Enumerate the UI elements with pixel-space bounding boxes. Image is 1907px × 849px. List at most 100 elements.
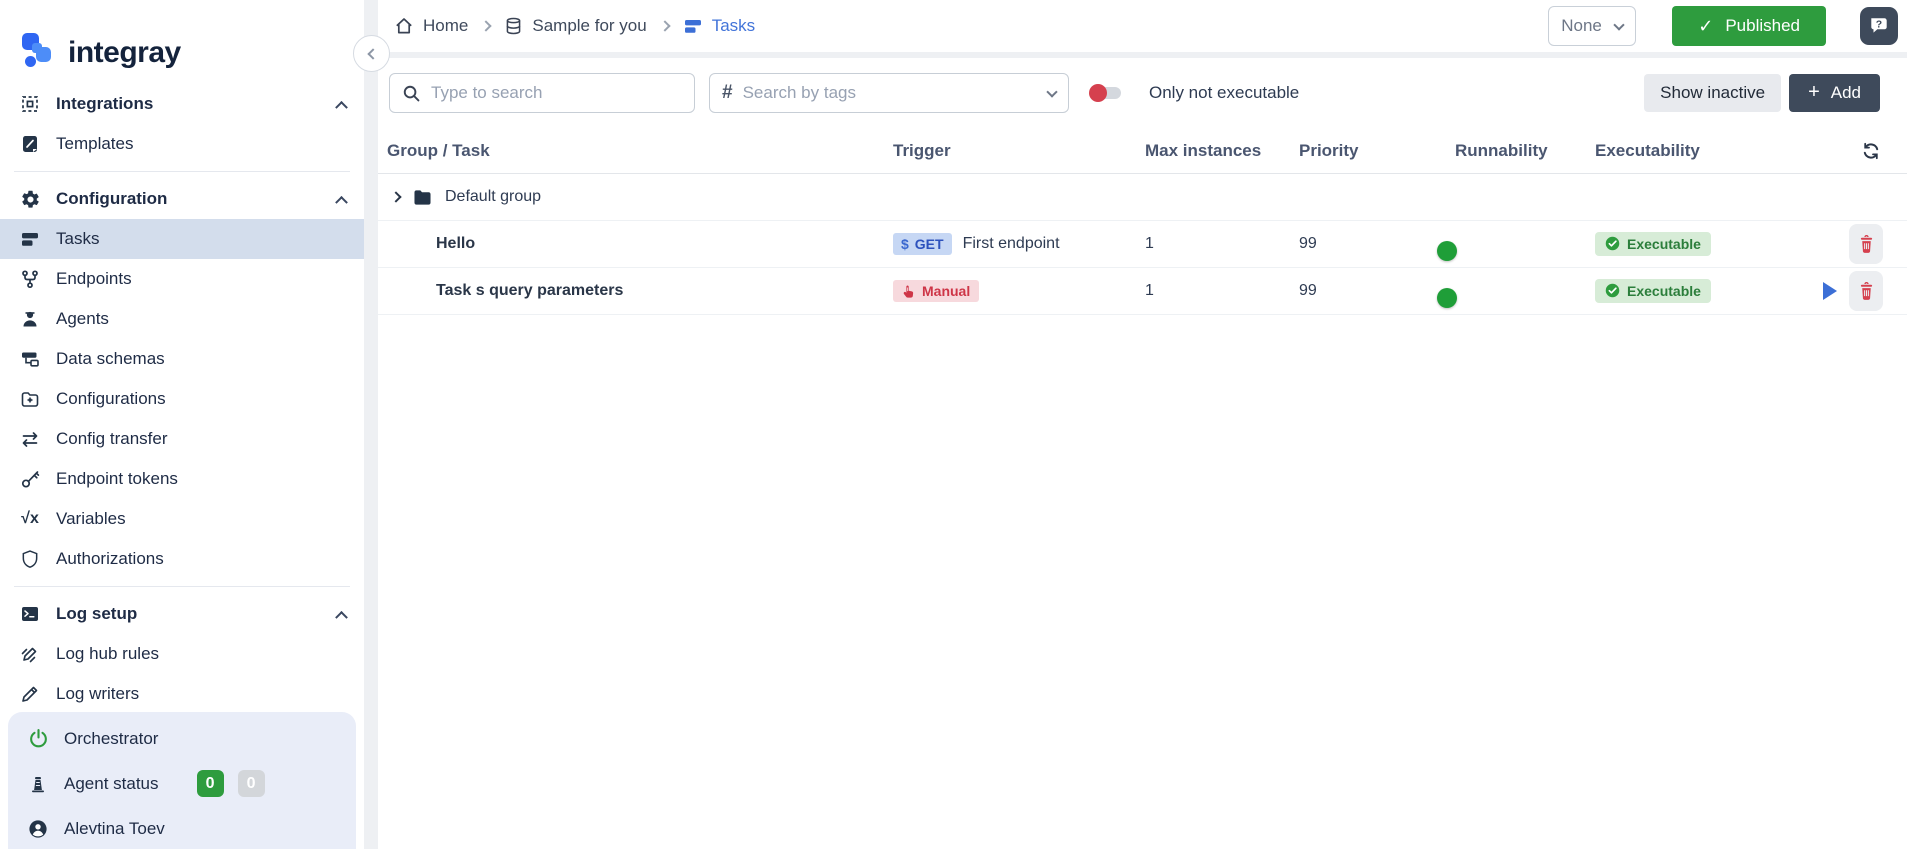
column-runnability: Runnability [1455, 140, 1548, 160]
chevron-up-icon [335, 610, 348, 624]
help-button[interactable]: ? [1860, 7, 1898, 45]
priority-value: 99 [1299, 235, 1317, 252]
published-button[interactable]: ✓ Published [1672, 6, 1826, 46]
show-inactive-label: Show inactive [1660, 83, 1766, 102]
logo-icon [18, 30, 58, 77]
sidebar-divider [14, 586, 350, 587]
object-group-icon [18, 92, 42, 116]
sidebar-item-endpoint-tokens[interactable]: Endpoint tokens [0, 459, 364, 499]
trash-icon [1860, 281, 1872, 300]
variables-icon: √x [21, 510, 39, 527]
breadcrumb-tasks[interactable]: Tasks [683, 16, 755, 36]
version-select[interactable]: None [1548, 6, 1637, 46]
breadcrumb-home[interactable]: Home [394, 16, 468, 36]
sidebar-item-label: Endpoint tokens [56, 469, 178, 488]
data-schemas-icon [18, 347, 42, 371]
sidebar-item-user-account[interactable]: Alevtina Toev [8, 806, 356, 849]
sidebar-item-integrations[interactable]: Integrations [0, 84, 364, 124]
pen-rules-icon [18, 642, 42, 666]
sidebar-item-label: Configuration [56, 189, 168, 208]
table-row-task-query-parameters[interactable]: Task s query parameters Manual 1 99 Exec… [378, 268, 1907, 315]
sidebar-item-agents[interactable]: Agents [0, 299, 364, 339]
sidebar-item-label: Endpoints [56, 269, 132, 288]
tags-search-box: # [709, 73, 1069, 113]
chevron-down-icon[interactable] [1046, 86, 1058, 98]
agent-status-online-badge: 0 [196, 770, 224, 797]
logo-text: integray [68, 36, 181, 69]
sidebar-item-log-writers[interactable]: Log writers [0, 674, 364, 714]
sidebar-item-config-transfer[interactable]: Config transfer [0, 419, 364, 459]
hand-pointer-icon [903, 284, 914, 298]
run-task-button[interactable] [1823, 282, 1837, 300]
delete-button[interactable] [1849, 224, 1883, 264]
sidebar-collapse-button[interactable] [353, 35, 390, 72]
method-label: GET [914, 236, 944, 252]
sidebar-item-label: Variables [56, 509, 126, 528]
templates-icon [18, 132, 42, 156]
table-header: Group / Task Trigger Max instances Prior… [378, 128, 1907, 174]
chevron-up-icon [335, 195, 348, 209]
breadcrumb-label: Home [423, 16, 469, 35]
sidebar-item-log-hub-rules[interactable]: Log hub rules [0, 634, 364, 674]
manual-trigger-badge: Manual [893, 280, 980, 302]
pencil-icon [18, 682, 42, 706]
sidebar-item-orchestrator[interactable]: Orchestrator [8, 716, 356, 761]
add-button[interactable]: + Add [1789, 74, 1880, 112]
sidebar-item-label: Tasks [56, 229, 100, 248]
app-root: integray Integrations Templates Configur… [0, 0, 1907, 849]
database-icon [504, 16, 523, 36]
chevron-down-icon [1613, 18, 1625, 31]
sidebar-item-endpoints[interactable]: Endpoints [0, 259, 364, 299]
sidebar-item-variables[interactable]: √x Variables [0, 499, 364, 539]
executable-badge: Executable [1595, 231, 1711, 256]
sidebar: integray Integrations Templates Configur… [0, 0, 364, 849]
sidebar-item-agent-status[interactable]: Agent status 0 0 [8, 761, 356, 806]
search-input[interactable] [431, 83, 682, 103]
chevron-up-icon [335, 100, 348, 114]
expand-chevron-icon[interactable] [390, 191, 402, 203]
app-logo[interactable]: integray [0, 0, 364, 84]
sidebar-item-label: Integrations [56, 94, 154, 113]
svg-text:?: ? [1876, 19, 1882, 30]
breadcrumb-company[interactable]: Sample for you [504, 16, 647, 36]
priority-value: 99 [1299, 282, 1317, 299]
task-name[interactable]: Task s query parameters [387, 282, 893, 300]
sidebar-item-configurations[interactable]: Configurations [0, 379, 364, 419]
plus-icon: + [1808, 80, 1820, 103]
column-executability: Executability [1595, 140, 1700, 160]
task-name[interactable]: Hello [387, 235, 893, 253]
topbar: Home Sample for you Tasks None ✓ Publish… [378, 0, 1907, 52]
show-inactive-button[interactable]: Show inactive [1644, 74, 1782, 112]
sidebar-item-label: Data schemas [56, 349, 165, 368]
sidebar-item-label: Config transfer [56, 429, 168, 448]
table-row-hello[interactable]: Hello $ GET First endpoint 1 99 Executab… [378, 221, 1907, 268]
sidebar-item-configuration[interactable]: Configuration [0, 179, 364, 219]
only-not-executable-label: Only not executable [1149, 83, 1300, 102]
refresh-button[interactable] [1861, 141, 1881, 161]
sidebar-item-authorizations[interactable]: Authorizations [0, 539, 364, 579]
table-group-row[interactable]: Default group [378, 174, 1907, 221]
sidebar-item-label: Agents [56, 309, 109, 328]
tasks-icon [18, 227, 42, 251]
sidebar-item-data-schemas[interactable]: Data schemas [0, 339, 364, 379]
sidebar-item-templates[interactable]: Templates [0, 124, 364, 164]
key-icon [18, 467, 42, 491]
sidebar-item-tasks[interactable]: Tasks [0, 219, 364, 259]
tags-search-input[interactable] [742, 83, 1038, 103]
shield-icon [18, 547, 42, 571]
home-icon [394, 16, 414, 36]
check-circle-icon [1605, 237, 1620, 251]
breadcrumb-label: Tasks [711, 16, 756, 35]
sidebar-item-log-setup[interactable]: Log setup [0, 594, 364, 634]
check-circle-icon [1605, 284, 1620, 298]
endpoints-icon [18, 267, 42, 291]
sidebar-item-label: Orchestrator [64, 728, 159, 748]
beacon-icon [26, 772, 50, 796]
version-select-value: None [1561, 16, 1602, 35]
add-label: Add [1830, 83, 1861, 102]
toggle-knob [1437, 241, 1457, 261]
only-not-executable-toggle[interactable] [1089, 84, 1121, 102]
sidebar-item-label: Agent status [64, 773, 159, 793]
sidebar-item-label: Authorizations [56, 549, 164, 568]
delete-button[interactable] [1849, 271, 1883, 311]
